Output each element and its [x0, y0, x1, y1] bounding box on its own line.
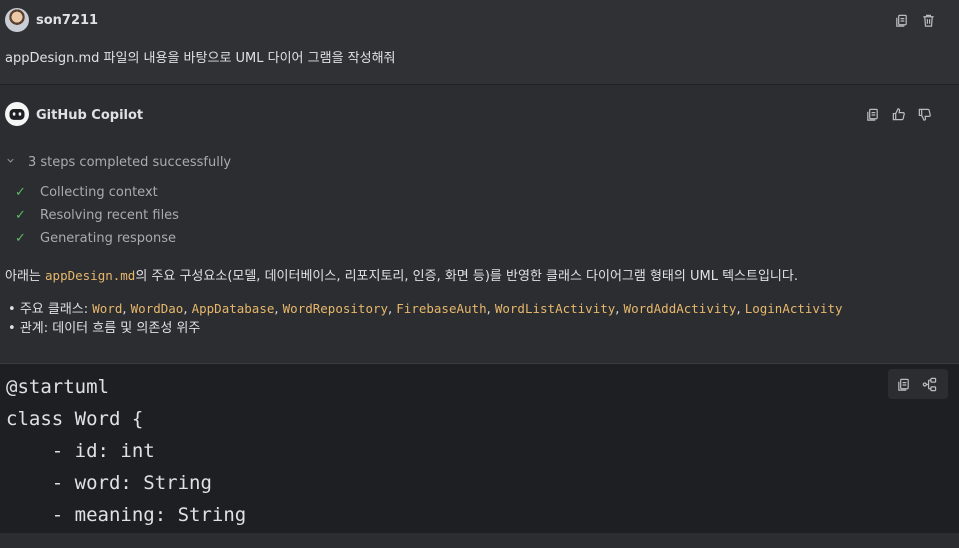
check-icon: ✓ [15, 231, 26, 246]
thumbs-up-icon[interactable] [889, 105, 907, 123]
code-line: - id: int [6, 440, 155, 462]
user-message-text: appDesign.md 파일의 내용을 바탕으로 UML 다이어 그램을 작성… [5, 51, 396, 66]
thumbs-down-icon[interactable] [915, 105, 933, 123]
copy-icon[interactable] [894, 375, 912, 393]
user-avatar [5, 8, 29, 32]
code-line: - meaning: String [6, 504, 247, 526]
code-line: class Word { [6, 408, 144, 430]
inline-code-filename: appDesign.md [45, 268, 136, 283]
intro-paragraph: 아래는 appDesign.md의 주요 구성요소(모델, 데이터베이스, 리포… [5, 265, 798, 284]
steps-summary: 3 steps completed successfully [28, 155, 232, 170]
step-item: ✓ Generating response [15, 231, 176, 246]
code-line: @startuml [6, 376, 109, 398]
step-label: Resolving recent files [40, 208, 179, 223]
code-toolbar [888, 369, 948, 399]
code-line: - word: String [6, 472, 212, 494]
user-message: son7211 appDesign.md 파일의 내용을 바탕으로 UML 다이… [0, 0, 959, 85]
classes-bullet: • 주요 클래스: Word, WordDao, AppDatabase, Wo… [8, 301, 843, 317]
step-item: ✓ Collecting context [15, 185, 158, 200]
step-label: Collecting context [40, 185, 158, 200]
chevron-down-icon [5, 155, 16, 170]
classes-label: 주요 클래스: [19, 302, 93, 317]
user-name: son7211 [36, 13, 99, 28]
step-item: ✓ Resolving recent files [15, 208, 179, 223]
check-icon: ✓ [15, 185, 26, 200]
relations-bullet: • 관계: 데이터 흐름 및 의존성 위주 [8, 321, 201, 336]
inline-code-class: WordAddActivity [623, 301, 737, 316]
steps-toggle[interactable]: 3 steps completed successfully [5, 155, 231, 170]
relations-label: 관계: 데이터 흐름 및 의존성 위주 [19, 321, 201, 336]
inline-code-class: WordRepository [282, 301, 389, 316]
check-icon: ✓ [15, 208, 26, 223]
inline-code-class: FirebaseAuth [396, 301, 487, 316]
diagram-icon[interactable] [920, 375, 938, 393]
inline-code-class: Word [92, 301, 123, 316]
step-label: Generating response [40, 231, 176, 246]
copy-icon[interactable] [863, 105, 881, 123]
inline-code-class: AppDatabase [191, 301, 275, 316]
intro-suffix: 의 주요 구성요소(모델, 데이터베이스, 리포지토리, 인증, 화면 등)를 … [135, 269, 798, 284]
inline-code-class: WordDao [130, 301, 184, 316]
intro-prefix: 아래는 [5, 269, 46, 284]
code-block: @startuml class Word { - id: int - word:… [0, 363, 959, 534]
copy-icon[interactable] [892, 11, 910, 29]
trash-icon[interactable] [919, 11, 937, 29]
inline-code-class: LoginActivity [744, 301, 843, 316]
copilot-avatar [5, 102, 29, 126]
bottom-bar [0, 533, 959, 548]
assistant-name: GitHub Copilot [36, 108, 144, 123]
inline-code-class: WordListActivity [494, 301, 616, 316]
